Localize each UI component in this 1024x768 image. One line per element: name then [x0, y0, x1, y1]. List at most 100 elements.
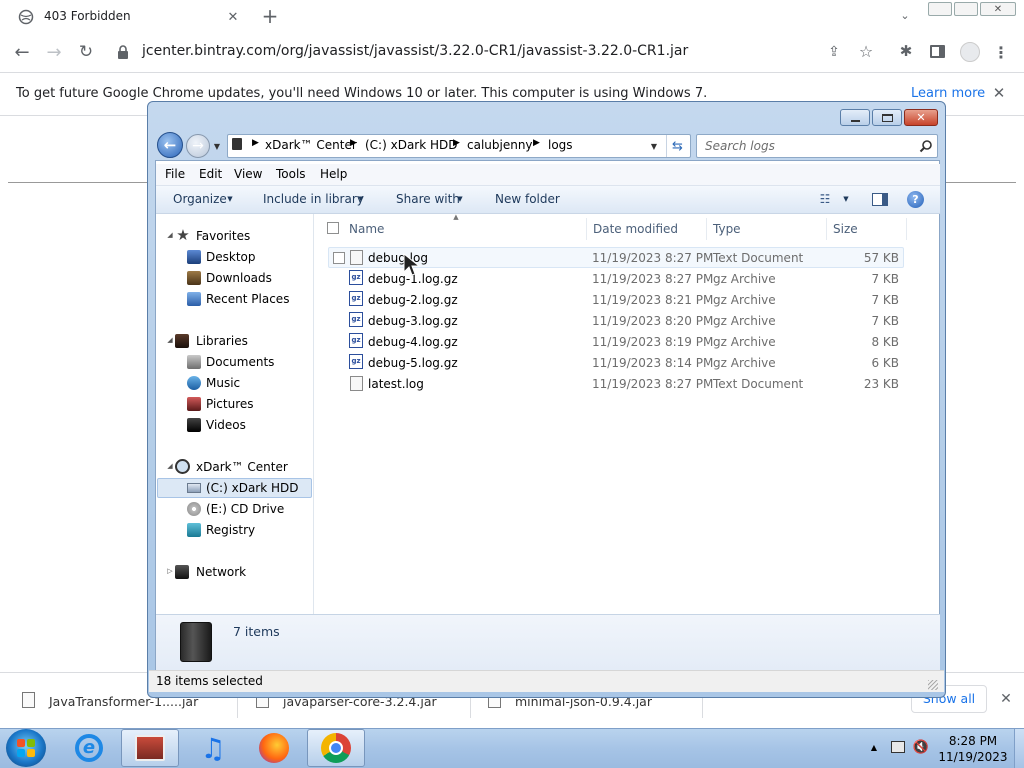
file-name[interactable]: debug-3.log.gz [368, 314, 458, 328]
download-file-icon [22, 692, 35, 708]
select-all-checkbox[interactable] [327, 222, 339, 234]
forward-arrow-icon[interactable]: → [44, 42, 64, 63]
menu-tools[interactable]: Tools [276, 167, 306, 181]
nav-computer[interactable]: xDark™ Center [196, 460, 288, 474]
learn-more-link[interactable]: Learn more [911, 86, 985, 101]
share-dropdown-icon[interactable]: ▼ [455, 194, 465, 204]
help-icon[interactable]: ? [907, 191, 924, 208]
menu-view[interactable]: View [234, 167, 262, 181]
file-size: 23 KB [863, 377, 899, 391]
column-header-name[interactable]: Name [349, 222, 384, 236]
file-name[interactable]: latest.log [368, 377, 424, 391]
breadcrumb-user[interactable]: calubjenny [467, 138, 533, 152]
chrome-taskbar-button[interactable] [307, 729, 365, 767]
volume-muted-icon[interactable]: 🔇 [912, 739, 930, 755]
network-tray-icon[interactable] [891, 741, 905, 753]
new-tab-icon[interactable]: + [259, 4, 281, 28]
collapse-arrow-icon[interactable]: ◢ [166, 462, 174, 470]
downloads-close-icon[interactable]: ✕ [998, 691, 1014, 707]
explorer-maximize-button[interactable] [872, 109, 902, 126]
internet-explorer-taskbar-button[interactable]: e [60, 729, 118, 767]
url-input[interactable]: jcenter.bintray.com/org/javassist/javass… [142, 43, 688, 59]
breadcrumb-drive[interactable]: (C:) xDark HDD [365, 138, 458, 152]
organize-button[interactable]: Organize [173, 192, 227, 206]
nav-downloads[interactable]: Downloads [206, 271, 272, 285]
file-name[interactable]: debug-5.log.gz [368, 356, 458, 370]
search-placeholder: Search logs [705, 139, 775, 153]
lock-icon[interactable] [117, 44, 129, 60]
collapse-arrow-icon[interactable]: ◢ [166, 336, 174, 344]
chrome-menu-icon[interactable]: ⋮ [993, 42, 1009, 62]
search-icon[interactable] [919, 139, 933, 153]
file-size: 7 KB [871, 272, 899, 286]
tab-search-chevron-icon[interactable]: ⌄ [896, 6, 914, 24]
music-player-taskbar-button[interactable]: ♫ [184, 729, 242, 767]
start-button[interactable] [6, 729, 46, 767]
preview-pane-icon[interactable] [872, 193, 888, 206]
archive-file-icon: gz [349, 270, 363, 285]
menu-file[interactable]: File [165, 167, 185, 181]
reload-icon[interactable]: ↻ [76, 42, 96, 62]
taskbar-clock[interactable]: 8:28 PM 11/19/2023 [934, 733, 1012, 765]
nav-music[interactable]: Music [206, 376, 240, 390]
explorer-back-icon[interactable]: ← [157, 132, 183, 158]
close-button[interactable]: ✕ [980, 2, 1016, 16]
archive-file-icon: gz [349, 333, 363, 348]
include-in-library-button[interactable]: Include in library [263, 192, 364, 206]
view-dropdown-icon[interactable]: ▼ [841, 194, 851, 204]
recent-pages-chevron-icon[interactable]: ▼ [211, 140, 223, 152]
minimize-button[interactable] [928, 2, 952, 16]
row-checkbox[interactable] [333, 252, 345, 264]
nav-registry[interactable]: Registry [206, 523, 255, 537]
explorer-minimize-button[interactable] [840, 109, 870, 126]
show-desktop-button[interactable] [1014, 729, 1024, 768]
new-folder-button[interactable]: New folder [495, 192, 560, 206]
menu-edit[interactable]: Edit [199, 167, 222, 181]
collapse-arrow-icon[interactable]: ◢ [166, 231, 174, 239]
side-panel-icon[interactable] [930, 45, 945, 58]
tab-close-icon[interactable]: ✕ [224, 8, 242, 26]
address-dropdown-icon[interactable]: ▼ [648, 140, 660, 152]
back-arrow-icon[interactable]: ← [12, 42, 32, 63]
refresh-icon[interactable]: ⇆ [666, 135, 688, 157]
nav-network[interactable]: Network [196, 565, 246, 579]
nav-c-drive[interactable]: (C:) xDark HDD [206, 481, 299, 495]
bookmark-star-icon[interactable]: ☆ [857, 42, 875, 61]
share-icon[interactable]: ⇪ [825, 43, 843, 61]
file-explorer-taskbar-button[interactable] [121, 729, 179, 767]
view-options-icon[interactable]: ☷ [817, 192, 833, 206]
file-name[interactable]: debug-2.log.gz [368, 293, 458, 307]
nav-recent-places[interactable]: Recent Places [206, 292, 289, 306]
explorer-forward-icon[interactable]: → [186, 134, 210, 158]
breadcrumb-logs[interactable]: logs [548, 138, 573, 152]
share-with-button[interactable]: Share with [396, 192, 460, 206]
breadcrumb-computer[interactable]: xDark™ Center [265, 138, 357, 152]
show-hidden-icons-icon[interactable]: ▲ [868, 741, 880, 753]
archive-file-icon: gz [349, 312, 363, 327]
nav-pictures[interactable]: Pictures [206, 397, 254, 411]
column-header-type[interactable]: Type [713, 222, 741, 236]
library-dropdown-icon[interactable]: ▼ [356, 194, 366, 204]
infobar-close-icon[interactable]: ✕ [990, 84, 1008, 102]
nav-libraries[interactable]: Libraries [196, 334, 248, 348]
nav-favorites[interactable]: Favorites [196, 229, 250, 243]
organize-dropdown-icon[interactable]: ▼ [225, 194, 235, 204]
file-name[interactable]: debug-4.log.gz [368, 335, 458, 349]
column-header-size[interactable]: Size [833, 222, 858, 236]
profile-avatar[interactable] [960, 42, 980, 62]
nav-desktop[interactable]: Desktop [206, 250, 256, 264]
firefox-taskbar-button[interactable] [245, 729, 303, 767]
nav-videos[interactable]: Videos [206, 418, 246, 432]
nav-documents[interactable]: Documents [206, 355, 274, 369]
column-header-date-modified[interactable]: Date modified [593, 222, 678, 236]
expand-arrow-icon[interactable]: ▷ [166, 567, 174, 575]
restore-button[interactable] [954, 2, 978, 16]
nav-e-drive[interactable]: (E:) CD Drive [206, 502, 284, 516]
extensions-puzzle-icon[interactable]: ✱ [897, 42, 915, 60]
resize-grip-icon[interactable] [928, 680, 938, 690]
screen: 403 Forbidden ✕ + ⌄ ✕ ← → ↻ jcenter.bint… [0, 0, 1024, 768]
explorer-close-button[interactable]: ✕ [904, 109, 938, 126]
folder-preview-icon [180, 622, 212, 662]
mouse-cursor-icon [403, 253, 421, 276]
menu-help[interactable]: Help [320, 167, 347, 181]
